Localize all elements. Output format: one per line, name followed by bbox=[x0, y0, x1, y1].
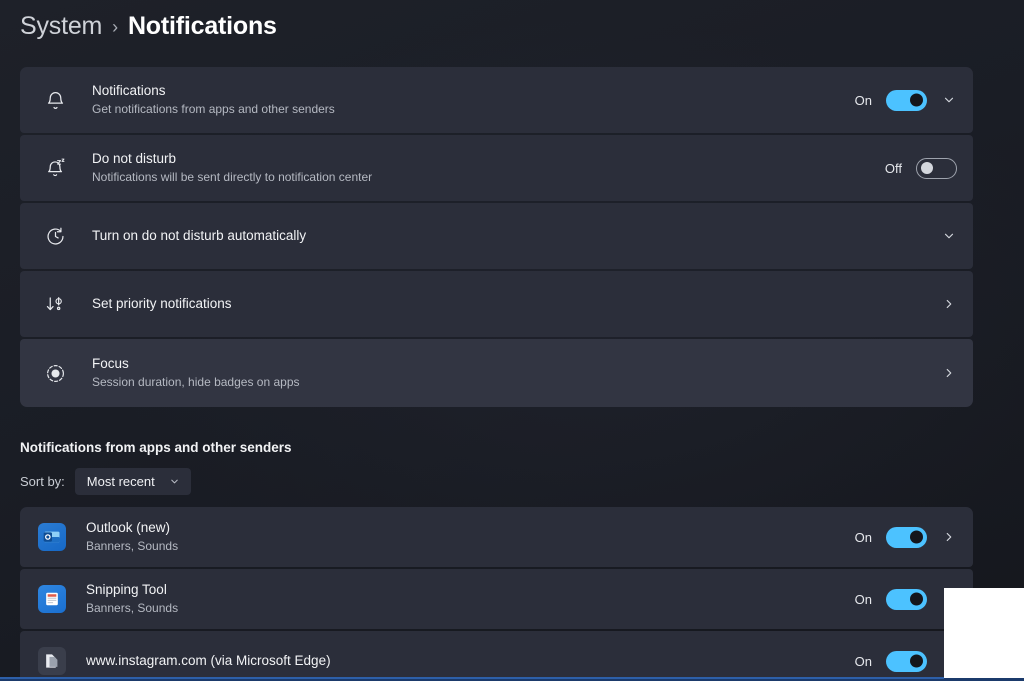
chevron-right-icon: › bbox=[112, 17, 118, 37]
settings-row-text: Do not disturb Notifications will be sen… bbox=[92, 151, 864, 185]
bell-sleep-icon bbox=[38, 158, 72, 179]
settings-row-text: Set priority notifications bbox=[92, 296, 925, 313]
settings-row-controls bbox=[941, 228, 957, 244]
notifications-toggle[interactable] bbox=[886, 89, 927, 111]
app-controls: On bbox=[850, 650, 957, 672]
sort-bar: Sort by: Most recent bbox=[20, 468, 191, 495]
app-text: www.instagram.com (via Microsoft Edge) bbox=[86, 653, 834, 670]
settings-row-text: Notifications Get notifications from app… bbox=[92, 83, 834, 117]
sort-by-value: Most recent bbox=[86, 474, 155, 489]
edge-site-icon bbox=[38, 647, 66, 675]
toggle-state-label: Off bbox=[884, 160, 902, 176]
breadcrumb-parent-system[interactable]: System bbox=[20, 12, 102, 41]
settings-row-priority-notifications[interactable]: Set priority notifications bbox=[20, 271, 973, 337]
settings-row-dnd-automatic[interactable]: Turn on do not disturb automatically bbox=[20, 203, 973, 269]
settings-row-title: Set priority notifications bbox=[92, 295, 232, 311]
settings-row-text: Focus Session duration, hide badges on a… bbox=[92, 356, 925, 390]
toggle-state-label: On bbox=[854, 529, 872, 545]
app-text: Snipping Tool Banners, Sounds bbox=[86, 582, 834, 616]
chevron-right-icon[interactable] bbox=[941, 365, 957, 381]
settings-row-title: Do not disturb bbox=[92, 151, 177, 167]
clock-icon bbox=[38, 226, 72, 247]
settings-row-subtitle: Notifications will be sent directly to n… bbox=[92, 169, 373, 184]
settings-row-do-not-disturb[interactable]: Do not disturb Notifications will be sen… bbox=[20, 135, 973, 201]
app-controls: On bbox=[850, 588, 957, 610]
list-item[interactable]: www.instagram.com (via Microsoft Edge) O… bbox=[20, 631, 973, 681]
settings-row-title: Turn on do not disturb automatically bbox=[92, 227, 307, 243]
app-name: Snipping Tool bbox=[86, 582, 167, 598]
settings-row-text: Turn on do not disturb automatically bbox=[92, 228, 925, 245]
section-heading: Notifications from apps and other sender… bbox=[20, 440, 292, 455]
settings-row-controls bbox=[941, 365, 957, 381]
settings-row-subtitle: Session duration, hide badges on apps bbox=[92, 374, 300, 389]
toggle-knob bbox=[910, 654, 923, 668]
settings-card-stack: Notifications Get notifications from app… bbox=[20, 67, 973, 407]
outlook-app-icon bbox=[38, 523, 66, 551]
toggle-knob bbox=[910, 592, 923, 606]
chevron-down-icon[interactable] bbox=[941, 92, 957, 108]
chevron-right-icon[interactable] bbox=[941, 529, 957, 545]
toggle-state-label: On bbox=[854, 591, 872, 607]
settings-row-controls: Off bbox=[880, 157, 957, 179]
bottom-edge-accent-inner bbox=[0, 677, 944, 679]
settings-row-controls bbox=[941, 296, 957, 312]
app-detail: Banners, Sounds bbox=[86, 538, 179, 553]
white-overlay-region bbox=[944, 588, 1024, 681]
priority-arrow-icon bbox=[38, 294, 72, 315]
settings-notifications-page: System › Notifications Notifications Get… bbox=[0, 0, 1024, 681]
settings-row-notifications[interactable]: Notifications Get notifications from app… bbox=[20, 67, 973, 133]
toggle-state-label: On bbox=[854, 653, 872, 669]
toggle-knob bbox=[921, 162, 933, 174]
app-detail: Banners, Sounds bbox=[86, 600, 179, 615]
toggle-knob bbox=[910, 93, 923, 107]
app-name: Outlook (new) bbox=[86, 520, 171, 536]
bell-icon bbox=[38, 90, 72, 111]
app-text: Outlook (new) Banners, Sounds bbox=[86, 520, 834, 554]
app-notification-toggle[interactable] bbox=[886, 588, 927, 610]
settings-row-title: Focus bbox=[92, 356, 129, 372]
toggle-knob bbox=[910, 530, 923, 544]
chevron-right-icon[interactable] bbox=[941, 296, 957, 312]
app-notification-toggle[interactable] bbox=[886, 526, 927, 548]
list-item[interactable]: Outlook (new) Banners, Sounds On bbox=[20, 507, 973, 567]
list-item[interactable]: Snipping Tool Banners, Sounds On bbox=[20, 569, 973, 629]
settings-row-title: Notifications bbox=[92, 83, 166, 99]
app-notification-toggle[interactable] bbox=[886, 650, 927, 672]
snipping-tool-app-icon bbox=[38, 585, 66, 613]
breadcrumb: System › Notifications bbox=[20, 12, 277, 41]
toggle-state-label: On bbox=[854, 92, 872, 108]
do-not-disturb-toggle[interactable] bbox=[916, 157, 957, 179]
app-notification-list: Outlook (new) Banners, Sounds On Snippin… bbox=[20, 507, 973, 681]
app-controls: On bbox=[850, 526, 957, 548]
settings-row-controls: On bbox=[850, 89, 957, 111]
focus-icon bbox=[38, 363, 72, 384]
settings-row-focus[interactable]: Focus Session duration, hide badges on a… bbox=[20, 339, 973, 407]
chevron-down-icon bbox=[169, 476, 181, 488]
chevron-down-icon[interactable] bbox=[941, 228, 957, 244]
page-title: Notifications bbox=[127, 12, 277, 40]
sort-by-dropdown[interactable]: Most recent bbox=[74, 468, 191, 495]
settings-row-subtitle: Get notifications from apps and other se… bbox=[92, 101, 335, 116]
app-name: www.instagram.com (via Microsoft Edge) bbox=[86, 652, 331, 668]
sort-by-label: Sort by: bbox=[20, 474, 65, 489]
